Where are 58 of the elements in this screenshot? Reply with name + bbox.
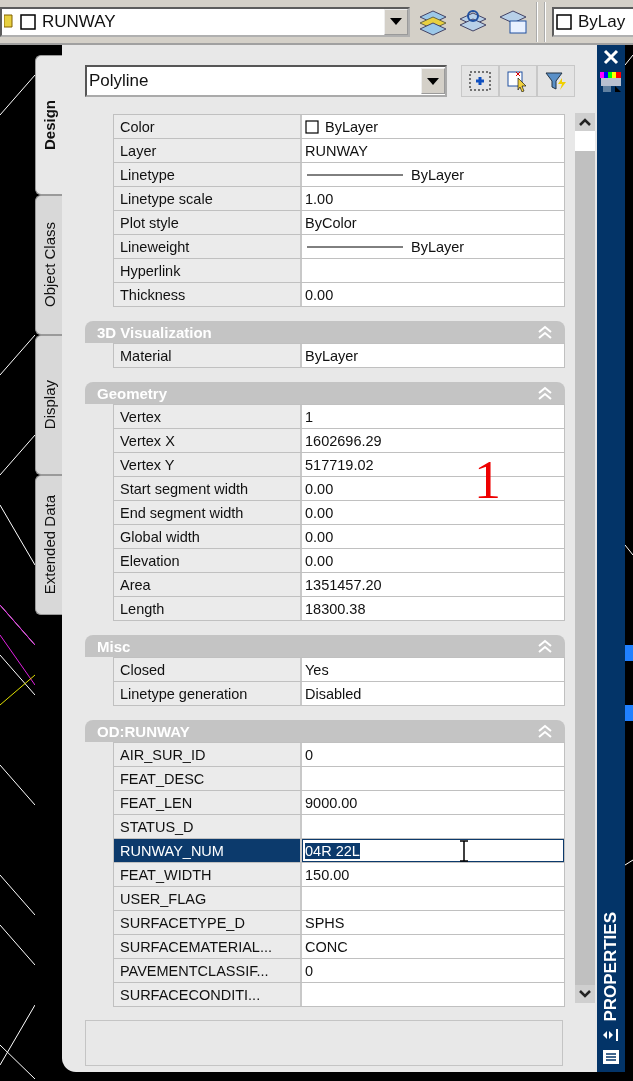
auto-hide-icon[interactable] xyxy=(601,1028,621,1042)
scrollbar[interactable] xyxy=(575,113,595,1003)
property-value: ByLayer xyxy=(302,344,564,367)
caret-icon xyxy=(427,77,439,85)
property-value: 18300.38 xyxy=(302,597,564,620)
property-value: 1602696.29 xyxy=(302,429,564,452)
caret-icon xyxy=(390,18,402,25)
side-tab[interactable]: Extended Data xyxy=(35,475,62,615)
color-dropdown[interactable]: ByLay xyxy=(552,6,633,37)
property-value: 1.00 xyxy=(302,187,564,210)
palette-title: PROPERTIES xyxy=(601,912,621,1022)
quick-select-button[interactable] xyxy=(461,65,499,97)
square-icon xyxy=(556,13,572,30)
select-objects-button[interactable] xyxy=(499,65,537,97)
property-value: 0.00 xyxy=(302,525,564,548)
property-input-field[interactable]: 04R 22L xyxy=(302,839,564,862)
side-tab[interactable]: Object Class xyxy=(35,195,62,335)
toolbar-grip[interactable] xyxy=(536,1,546,42)
property-value: 0.00 xyxy=(302,283,564,306)
side-tab[interactable]: Display xyxy=(35,335,62,475)
property-value: RUNWAY xyxy=(302,139,564,162)
property-label[interactable]: RUNWAY_NUM xyxy=(114,839,302,862)
property-value: ByColor xyxy=(302,211,564,234)
filter-button[interactable] xyxy=(537,65,575,97)
property-value: SPHS xyxy=(302,911,564,934)
close-icon[interactable] xyxy=(603,49,619,65)
layer-name: RUNWAY xyxy=(42,11,116,32)
property-value: ByLayer xyxy=(302,163,564,186)
layer-dropdown[interactable]: RUNWAY xyxy=(0,6,410,37)
color-value: ByLay xyxy=(578,11,626,32)
property-value: 0.00 xyxy=(302,549,564,572)
property-value: Disabled xyxy=(302,682,564,705)
color-swatch-icon xyxy=(305,119,319,134)
property-value: ByLayer xyxy=(302,235,564,258)
property-value: 0 xyxy=(302,959,564,982)
line-sample-icon xyxy=(305,172,405,177)
side-tab[interactable]: Design xyxy=(35,55,62,195)
menu-icon[interactable] xyxy=(601,1048,621,1066)
square-icon xyxy=(20,13,36,30)
filter-icon xyxy=(544,70,568,92)
property-value: 9000.00 xyxy=(302,791,564,814)
scroll-up-icon[interactable] xyxy=(579,118,591,126)
dropdown-button[interactable] xyxy=(384,8,408,35)
line-sample-icon xyxy=(305,244,405,249)
object-type-dropdown[interactable]: Polyline xyxy=(85,65,447,97)
scroll-down-icon[interactable] xyxy=(579,990,591,998)
property-value: CONC xyxy=(302,935,564,958)
property-value: 0 xyxy=(302,743,564,766)
property-value: 1351457.20 xyxy=(302,573,564,596)
text-cursor-icon xyxy=(459,839,469,862)
property-value: 1 xyxy=(302,405,564,428)
plus-selection-icon xyxy=(468,70,492,92)
properties-icon[interactable] xyxy=(599,71,623,93)
property-value: 150.00 xyxy=(302,863,564,886)
property-value: ByLayer xyxy=(302,115,564,138)
property-value: 0.00 xyxy=(302,501,564,524)
scrollbar-thumb[interactable] xyxy=(575,131,595,151)
property-value: Yes xyxy=(302,658,564,681)
